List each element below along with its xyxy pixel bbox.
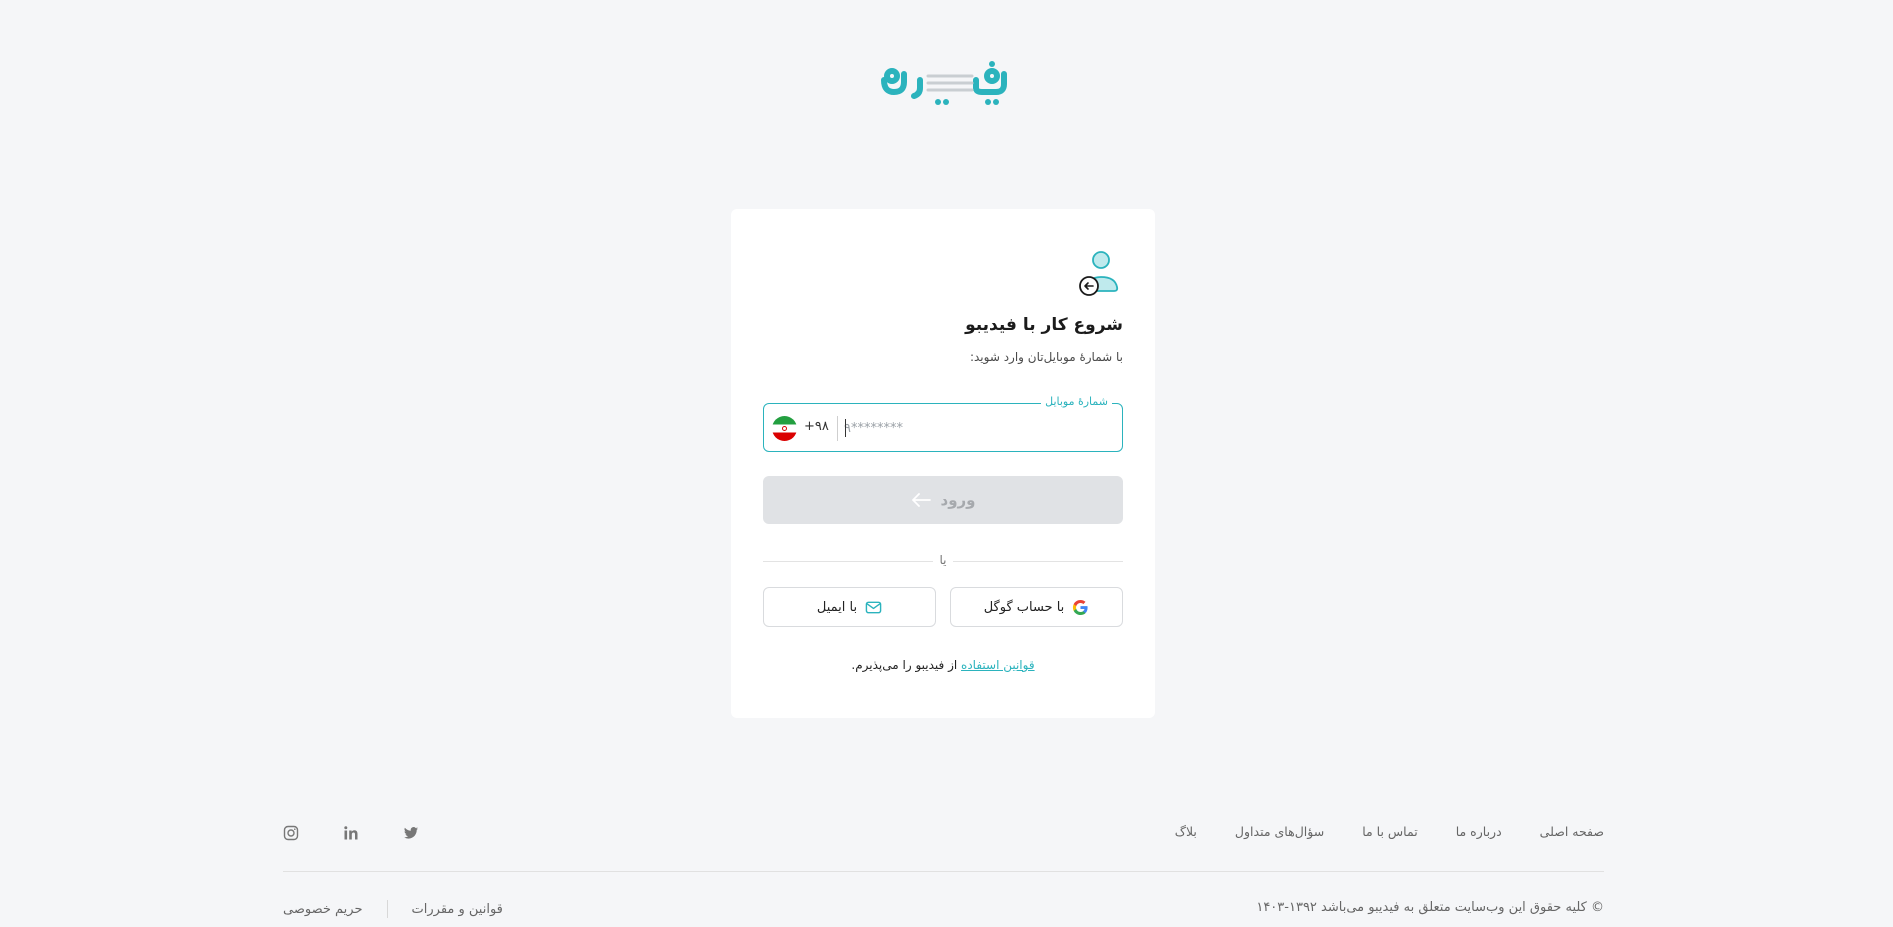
or-label: یا (939, 553, 947, 567)
instagram-icon[interactable] (283, 825, 299, 841)
twitter-icon[interactable] (403, 825, 419, 841)
iran-flag-icon[interactable] (772, 416, 797, 441)
divider-line (953, 561, 1123, 562)
phone-field[interactable]: شمارهٔ موبایل +۹۸ (763, 395, 1123, 452)
footer-link-blog[interactable]: بلاگ (1175, 824, 1197, 839)
footer-link-about[interactable]: درباره ما (1456, 824, 1502, 839)
terms-link[interactable]: قوانین استفاده (961, 658, 1035, 672)
google-login-label: با حساب گوگل (983, 599, 1065, 615)
arrow-left-icon (911, 493, 931, 507)
terms-text: از فیدیبو را می‌پذیرم. (851, 658, 958, 672)
page-title: شروع کار با فیدیبو (965, 315, 1123, 335)
login-page: شروع کار با فیدیبو با شمارهٔ موبایل‌تان … (0, 0, 1893, 927)
or-divider: یا (763, 553, 1123, 568)
phone-field-label: شمارهٔ موبایل (1041, 395, 1112, 408)
email-login-button[interactable]: با ایمیل (763, 587, 936, 627)
footer-link-faq[interactable]: سؤال‌های متداول (1235, 824, 1324, 839)
fidibo-logo[interactable] (876, 58, 1010, 110)
field-separator (837, 416, 838, 441)
footer-nav: صفحه اصلی درباره ما تماس با ما سؤال‌های … (1175, 824, 1604, 839)
linkedin-icon[interactable] (343, 825, 359, 841)
footer-link-contact[interactable]: تماس با ما (1362, 824, 1418, 839)
page-subtitle: با شمارهٔ موبایل‌تان وارد شوید: (969, 350, 1123, 364)
phone-input[interactable] (844, 414, 1104, 442)
text-cursor (845, 419, 846, 437)
footer-link-home[interactable]: صفحه اصلی (1540, 824, 1604, 839)
login-button-label: ورود (940, 491, 976, 509)
terms-and-conditions-link[interactable]: قوانین و مقررات (412, 902, 503, 917)
email-login-label: با ایمیل (816, 599, 858, 615)
google-login-button[interactable]: با حساب گوگل (950, 587, 1123, 627)
copyright-text: © کلیه حقوق این وب‌سایت متعلق به فیدیبو … (1256, 900, 1604, 915)
terms-notice: قوانین استفاده از فیدیبو را می‌پذیرم. (763, 658, 1123, 672)
legal-links: حریم خصوصی قوانین و مقررات (283, 900, 503, 918)
privacy-link[interactable]: حریم خصوصی (283, 902, 363, 917)
social-links (283, 825, 419, 841)
footer-divider (283, 871, 1604, 872)
legal-separator (386, 900, 388, 918)
logo-mark (881, 61, 1007, 105)
email-icon (865, 601, 882, 613)
user-login-icon (1077, 251, 1121, 299)
google-icon (1073, 599, 1088, 615)
divider-line (763, 561, 933, 562)
login-card: شروع کار با فیدیبو با شمارهٔ موبایل‌تان … (731, 209, 1155, 718)
country-code[interactable]: +۹۸ (804, 419, 829, 434)
login-button[interactable]: ورود (763, 476, 1123, 524)
